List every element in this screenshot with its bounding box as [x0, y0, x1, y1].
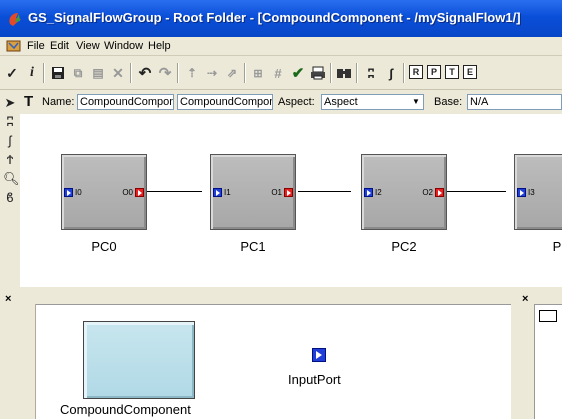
model-canvas[interactable]: I0 O0 PC0 I1 O1 PC1 I2 O2 PC2 I3 P: [20, 114, 562, 287]
output-port-icon[interactable]: [435, 188, 444, 197]
part-label: CompoundComponent: [60, 402, 191, 417]
input-port-icon[interactable]: [64, 188, 73, 197]
input-port-icon[interactable]: [213, 188, 222, 197]
input-port-label: I2: [375, 188, 382, 197]
base-label: Base:: [434, 96, 463, 108]
close-icon[interactable]: ×: [522, 293, 528, 305]
save-icon[interactable]: [48, 62, 68, 84]
input-port-icon[interactable]: [517, 188, 526, 197]
zoom-tool-icon[interactable]: 🔍︎: [3, 171, 20, 187]
toolbar-separator: [177, 63, 179, 83]
toolbar-separator: [244, 63, 246, 83]
toolbar-separator: [330, 63, 332, 83]
menu-file[interactable]: File: [27, 40, 45, 52]
italic-i-icon[interactable]: i: [22, 62, 42, 84]
aspect-p-button[interactable]: P: [427, 65, 441, 79]
input-port-label: I1: [224, 188, 231, 197]
component-pc2[interactable]: I2 O2: [361, 154, 447, 230]
toolbar-separator: [130, 63, 132, 83]
grid-a-icon[interactable]: ⊞: [248, 62, 268, 84]
toolbar: ✓ i ⧉ ▤ ✕ ↶ ↷ ⇡ ⇢ ⇗ ⊞ # ✔ ʭ ʃ R P T E: [0, 57, 562, 90]
menu-window[interactable]: Window: [104, 40, 143, 52]
browser-pane: ×: [517, 292, 562, 419]
visualize-tool-icon[interactable]: ϐ: [3, 190, 17, 206]
aspect-t-button[interactable]: T: [445, 65, 459, 79]
find-icon[interactable]: [334, 62, 354, 84]
part-browser-side-strip: [18, 304, 36, 419]
window-title: GS_SignalFlowGroup - Root Folder - [Comp…: [28, 10, 521, 25]
component-label: PC0: [91, 239, 117, 254]
input-port-label: I0: [75, 188, 82, 197]
mode-tool-strip: ➤ ʭ ʃ Ϯ 🔍︎ ϐ: [0, 91, 20, 287]
toolbar-separator: [356, 63, 358, 83]
title-bar: GS_SignalFlowGroup - Root Folder - [Comp…: [0, 0, 562, 37]
set-tool-icon[interactable]: Ϯ: [3, 152, 17, 168]
input-port-part-icon[interactable]: [312, 348, 326, 362]
close-icon[interactable]: ×: [5, 293, 11, 305]
component-pc3[interactable]: I3: [514, 154, 562, 230]
part-label: InputPort: [288, 372, 341, 387]
aspect-e-button[interactable]: E: [463, 65, 477, 79]
component-label: P: [552, 239, 562, 254]
component-label: PC2: [391, 239, 417, 254]
output-port-label: O0: [122, 188, 133, 197]
name-label: Name:: [42, 96, 75, 108]
chevron-down-icon[interactable]: ▼: [409, 95, 423, 109]
print-icon[interactable]: [308, 62, 328, 84]
pointer-c-icon[interactable]: ⇗: [222, 62, 242, 84]
kind-field[interactable]: CompoundCompone: [177, 94, 273, 110]
connect-tool-icon[interactable]: ʭ: [3, 114, 17, 130]
zoom-icon[interactable]: ʭ: [361, 62, 381, 84]
check-icon[interactable]: ✓: [2, 62, 22, 84]
menu-edit[interactable]: Edit: [50, 40, 69, 52]
name-field[interactable]: CompoundCompone: [77, 94, 174, 110]
model-info-bar: T Name: CompoundCompone CompoundCompone …: [20, 91, 562, 113]
grid-b-icon[interactable]: #: [268, 62, 288, 84]
connection-o2-i3[interactable]: [446, 191, 506, 192]
connect-icon[interactable]: ʃ: [381, 62, 401, 84]
connection-o0-i1[interactable]: [147, 191, 202, 192]
disconnect-tool-icon[interactable]: ʃ: [3, 133, 17, 149]
panner-icon[interactable]: [539, 310, 557, 322]
redo-icon[interactable]: ↷: [155, 62, 175, 84]
undo-icon[interactable]: ↶: [135, 62, 155, 84]
menu-view[interactable]: View: [76, 40, 100, 52]
menu-help[interactable]: Help: [148, 40, 171, 52]
component-pc0[interactable]: I0 O0: [61, 154, 147, 230]
output-port-label: O1: [271, 188, 282, 197]
arrow-tool-icon[interactable]: ➤: [3, 95, 17, 111]
paste-icon[interactable]: ▤: [88, 62, 108, 84]
copy-icon[interactable]: ⧉: [68, 62, 88, 84]
document-icon[interactable]: [6, 39, 22, 53]
input-port-label: I3: [528, 188, 535, 197]
menu-bar: File Edit View Window Help: [0, 37, 562, 56]
toolbar-separator: [43, 63, 45, 83]
connection-o1-i2[interactable]: [298, 191, 351, 192]
input-port-icon[interactable]: [364, 188, 373, 197]
component-pc1[interactable]: I1 O1: [210, 154, 296, 230]
type-t-icon: T: [24, 93, 34, 110]
toolbar-separator: [403, 63, 405, 83]
check-link-icon[interactable]: ✔: [288, 62, 308, 84]
pointer-b-icon[interactable]: ⇢: [202, 62, 222, 84]
compound-component-part[interactable]: [83, 321, 195, 399]
output-port-icon[interactable]: [284, 188, 293, 197]
aspect-label: Aspect:: [278, 96, 315, 108]
output-port-label: O2: [422, 188, 433, 197]
pointer-a-icon[interactable]: ⇡: [182, 62, 202, 84]
output-port-icon[interactable]: [135, 188, 144, 197]
app-icon: [9, 13, 21, 26]
base-field[interactable]: N/A: [467, 94, 562, 110]
component-label: PC1: [240, 239, 266, 254]
part-browser-pane: ×: [0, 292, 516, 419]
aspect-r-button[interactable]: R: [409, 65, 423, 79]
delete-icon[interactable]: ✕: [108, 62, 128, 84]
